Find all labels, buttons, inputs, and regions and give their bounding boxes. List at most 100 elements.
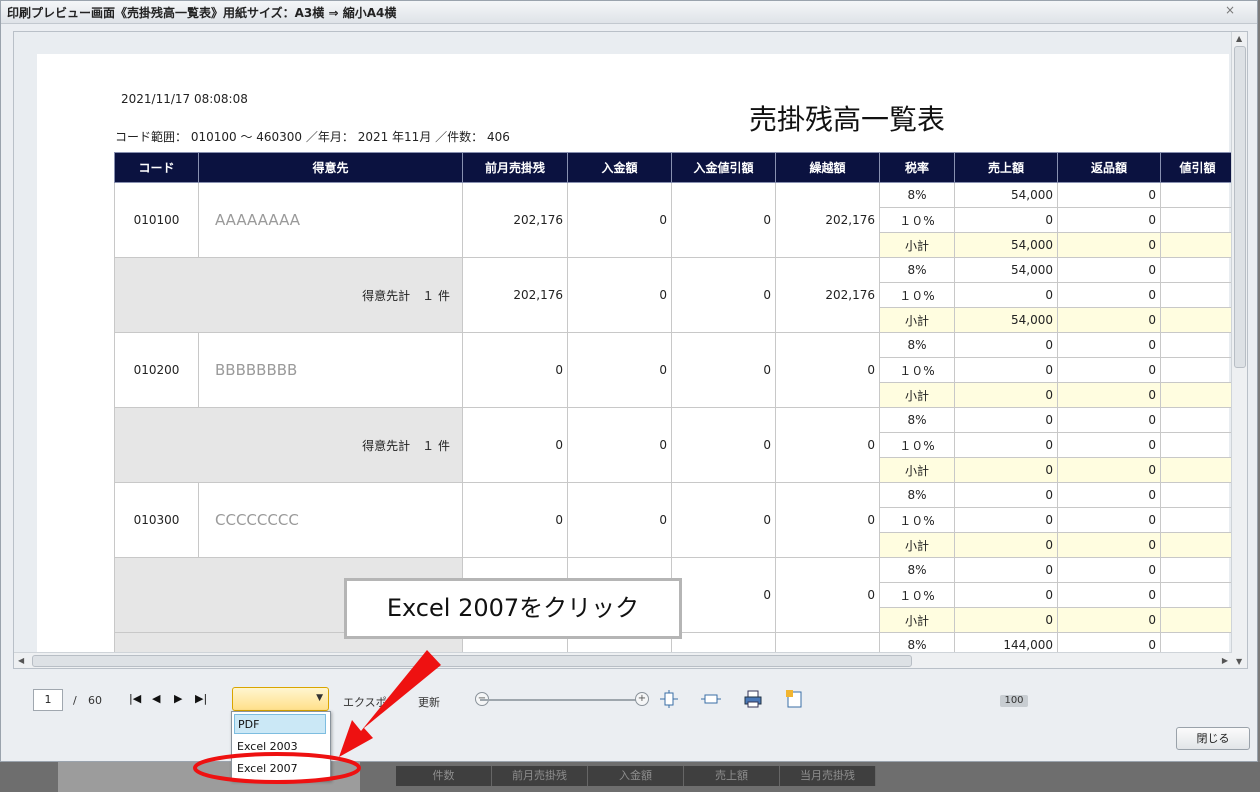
carryover-cell: 0 — [775, 557, 880, 633]
payment-cell: 0 — [567, 332, 672, 408]
export-format-dropdown: PDF Excel 2003 Excel 2007 — [231, 711, 331, 781]
return-cell: 0 — [1057, 282, 1161, 308]
column-header: 税率 — [879, 152, 955, 183]
prev-balance-cell: 202,176 — [462, 257, 568, 333]
bg-header-cell: 件数 — [396, 766, 492, 786]
discount-cell — [1160, 207, 1235, 233]
zoom-in-icon[interactable]: + — [635, 692, 649, 706]
prev-balance-cell: 0 — [462, 482, 568, 558]
discount-cell — [1160, 182, 1235, 208]
tax-rate-cell: 小計 — [879, 607, 955, 633]
page-separator: / — [73, 694, 77, 707]
close-button[interactable]: 閉じる — [1176, 727, 1250, 750]
export-button[interactable]: エクスポ — [343, 694, 387, 710]
vertical-scrollbar[interactable]: ▲ ▼ — [1231, 32, 1247, 668]
tax-rate-cell: １０% — [879, 207, 955, 233]
report-range: コード範囲： 010100 ～ 460300 ／年月： 2021 年11月 ／件… — [115, 130, 510, 144]
scroll-up-icon[interactable]: ▲ — [1236, 34, 1242, 43]
refresh-button[interactable]: 更新 — [418, 694, 440, 710]
page-number-input[interactable]: 1 — [33, 689, 63, 711]
column-header: 返品額 — [1057, 152, 1161, 183]
prev-page-icon[interactable]: ◀ — [152, 692, 160, 705]
tax-rate-cell: １０% — [879, 507, 955, 533]
customer-name: BBBBBBBB — [198, 332, 463, 408]
tax-rate-cell: 小計 — [879, 532, 955, 558]
column-header: 入金額 — [567, 152, 672, 183]
page-setup-icon[interactable] — [785, 690, 805, 708]
payment-discount-cell: 0 — [671, 557, 776, 633]
last-page-icon[interactable]: ▶| — [195, 692, 207, 705]
bg-header-cell: 前月売掛残 — [492, 766, 588, 786]
bg-header-cell: 売上額 — [684, 766, 780, 786]
return-cell: 0 — [1057, 407, 1161, 433]
table-row: 010200 BBBBBBBB 0 0 0 0 8% 0 0 — [114, 332, 1235, 408]
column-header: 入金値引額 — [671, 152, 776, 183]
return-cell: 0 — [1057, 332, 1161, 358]
tax-rate-cell: 8% — [879, 182, 955, 208]
payment-discount-cell: 0 — [671, 482, 776, 558]
customer-code: 010200 — [114, 332, 199, 408]
sales-cell: 0 — [954, 482, 1058, 508]
background-table-header: 件数 前月売掛残 入金額 売上額 当月売掛残 — [396, 766, 876, 786]
title-bar: 印刷プレビュー画面《売掛残高一覧表》用紙サイズ：A3横 ⇒ 縮小A4横 × — [1, 1, 1257, 24]
payment-cell: 0 — [567, 182, 672, 258]
vertical-scroll-thumb[interactable] — [1234, 46, 1246, 368]
tax-rate-cell: 8% — [879, 332, 955, 358]
preview-viewport[interactable]: 2021/11/17 08:08:08 売掛残高一覧表 コード範囲： 01010… — [13, 31, 1248, 669]
horizontal-scroll-thumb[interactable] — [32, 655, 912, 667]
fit-width-icon[interactable] — [701, 690, 721, 708]
export-option-excel-2003[interactable]: Excel 2003 — [234, 737, 326, 757]
discount-cell — [1160, 607, 1235, 633]
horizontal-scrollbar[interactable]: ◀ ▶ — [14, 652, 1232, 668]
table-row: 得意先計 １ 件 0 0 0 0 8% 0 0 — [114, 407, 1235, 483]
export-option-excel-2007[interactable]: Excel 2007 — [234, 759, 326, 779]
next-page-icon[interactable]: ▶ — [174, 692, 182, 705]
table-row: 得意先計 １ 件 202,176 0 0 202,176 8% 54,000 0 — [114, 257, 1235, 333]
export-format-select[interactable]: ▼ — [232, 687, 329, 711]
sales-cell: 0 — [954, 282, 1058, 308]
return-cell: 0 — [1057, 482, 1161, 508]
carryover-cell: 0 — [775, 407, 880, 483]
customer-name: CCCCCCCC — [198, 482, 463, 558]
discount-cell — [1160, 282, 1235, 308]
export-option-pdf[interactable]: PDF — [234, 714, 326, 734]
carryover-cell: 0 — [775, 332, 880, 408]
print-icon[interactable] — [743, 690, 763, 708]
chevron-down-icon: ▼ — [316, 693, 323, 703]
discount-cell — [1160, 557, 1235, 583]
scroll-down-icon[interactable]: ▼ — [1236, 657, 1242, 666]
customer-code: 010300 — [114, 482, 199, 558]
customer-code: 010100 — [114, 182, 199, 258]
discount-cell — [1160, 357, 1235, 383]
first-page-icon[interactable]: |◀ — [129, 692, 141, 705]
scroll-right-icon[interactable]: ▶ — [1222, 656, 1228, 665]
preview-toolbar: 1 / 60 |◀ ◀ ▶ ▶| ▼ エクスポ 更新 − 100 + — [13, 685, 1246, 715]
sales-cell: 0 — [954, 532, 1058, 558]
column-header: 売上額 — [954, 152, 1058, 183]
zoom-slider[interactable]: 100 — [480, 695, 1028, 707]
return-cell: 0 — [1057, 232, 1161, 258]
discount-cell — [1160, 232, 1235, 258]
customer-total-label: 得意先計 １ 件 — [114, 257, 463, 333]
payment-discount-cell: 0 — [671, 332, 776, 408]
prev-balance-cell: 0 — [462, 332, 568, 408]
sales-cell: 0 — [954, 332, 1058, 358]
column-header: 前月売掛残 — [462, 152, 568, 183]
tax-rate-cell: 8% — [879, 482, 955, 508]
carryover-cell: 0 — [775, 482, 880, 558]
sales-cell: 54,000 — [954, 182, 1058, 208]
payment-cell: 0 — [567, 257, 672, 333]
tax-rate-cell: 小計 — [879, 307, 955, 333]
window-title: 印刷プレビュー画面《売掛残高一覧表》用紙サイズ：A3横 ⇒ 縮小A4横 — [7, 6, 397, 20]
table-row: 010100 AAAAAAAA 202,176 0 0 202,176 8% 54,000 0 — [114, 182, 1235, 258]
discount-cell — [1160, 432, 1235, 458]
scroll-left-icon[interactable]: ◀ — [18, 656, 24, 665]
bg-header-cell: 入金額 — [588, 766, 684, 786]
annotation-callout: Excel 2007をクリック — [344, 578, 682, 639]
bg-header-cell: 当月売掛残 — [780, 766, 876, 786]
sales-cell: 0 — [954, 582, 1058, 608]
fit-page-icon[interactable] — [659, 690, 679, 708]
window-close-icon[interactable]: × — [1225, 3, 1235, 17]
customer-name: AAAAAAAA — [198, 182, 463, 258]
carryover-cell: 202,176 — [775, 257, 880, 333]
